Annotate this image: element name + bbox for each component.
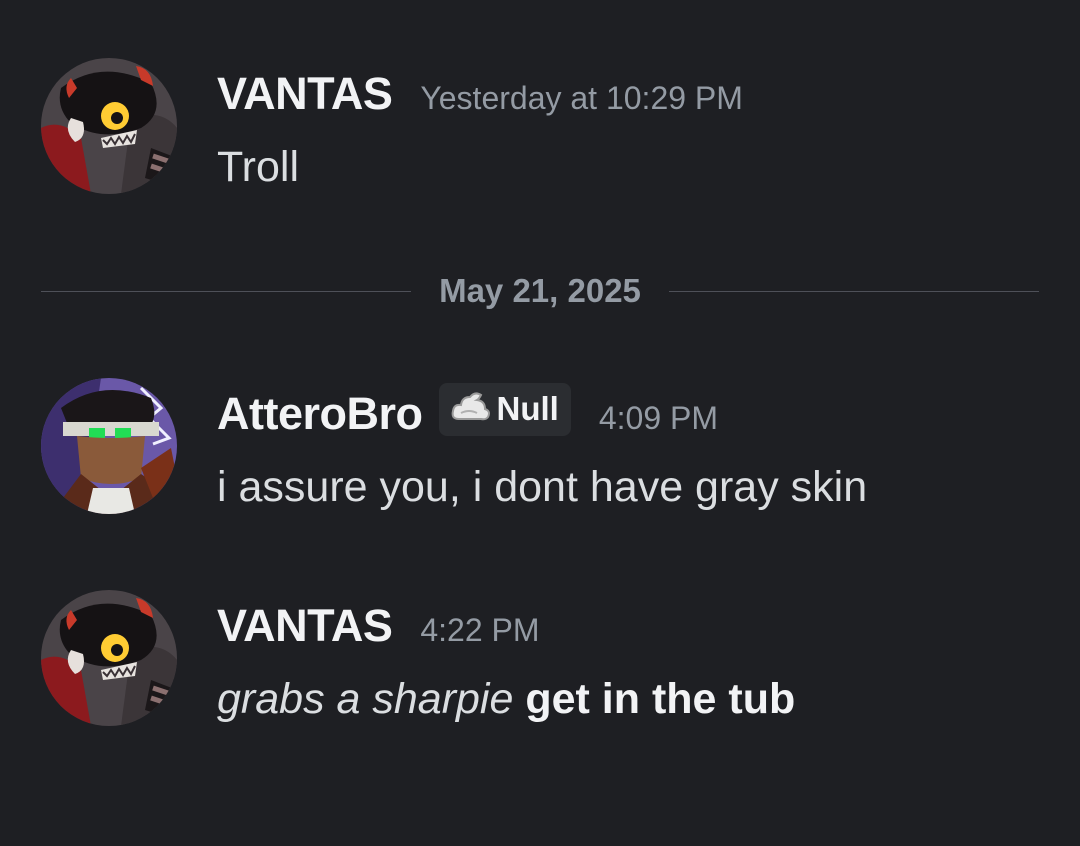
date-divider: May 21, 2025: [41, 268, 1040, 314]
user-avatar[interactable]: [41, 590, 177, 726]
message-content: grabs a sharpie get in the tub: [217, 675, 795, 724]
message-header: AtteroBro Null 4:09 PM: [217, 383, 718, 442]
user-avatar[interactable]: [41, 378, 177, 514]
user-avatar[interactable]: [41, 58, 177, 194]
cloud-icon: [451, 389, 491, 428]
divider-line: [668, 290, 1040, 292]
username[interactable]: VANTAS: [217, 600, 393, 652]
timestamp[interactable]: Yesterday at 10:29 PM: [420, 80, 743, 117]
divider-line: [41, 290, 412, 292]
timestamp[interactable]: 4:22 PM: [420, 612, 539, 649]
timestamp[interactable]: 4:09 PM: [599, 400, 718, 437]
message-content: i assure you, i dont have gray skin: [217, 463, 868, 511]
divider-date: May 21, 2025: [439, 272, 641, 309]
message-header: VANTAS 4:22 PM: [217, 600, 540, 652]
message-content: Troll: [217, 143, 300, 191]
bold-text: get in the tub: [525, 675, 796, 723]
username[interactable]: AtteroBro: [217, 388, 423, 440]
server-tag[interactable]: Null: [438, 383, 571, 436]
username[interactable]: VANTAS: [217, 68, 393, 120]
italic-text: grabs a sharpie: [217, 675, 514, 723]
message-header: VANTAS Yesterday at 10:29 PM: [217, 68, 743, 120]
tag-label: Null: [496, 389, 559, 427]
